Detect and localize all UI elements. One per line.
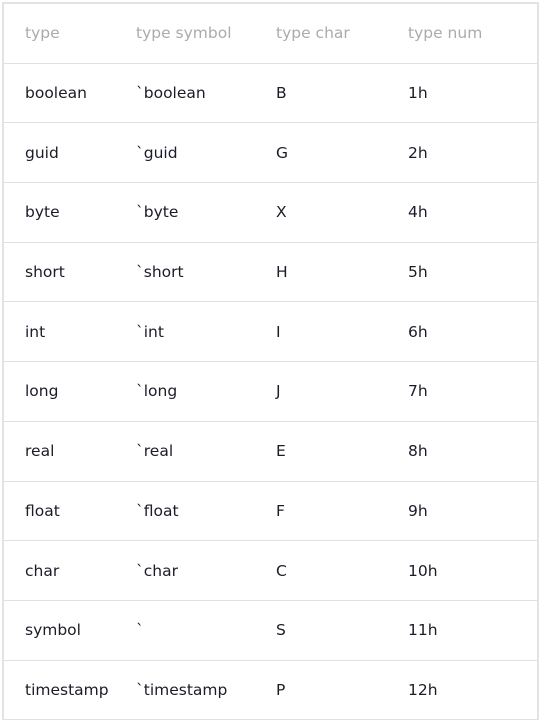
cell-type-num: 4h: [408, 182, 538, 243]
table-row: real `real E 8h: [3, 421, 538, 482]
cell-type: byte: [3, 182, 136, 243]
cell-type-char: C: [276, 540, 408, 601]
cell-type-symbol: `long: [136, 361, 276, 422]
cell-type-num: 8h: [408, 421, 538, 482]
cell-type-symbol: `byte: [136, 182, 276, 243]
cell-type-char: B: [276, 63, 408, 124]
cell-type-num: 11h: [408, 600, 538, 661]
cell-type-symbol: `: [136, 600, 276, 661]
cell-type-char: P: [276, 660, 408, 721]
cell-type-char: J: [276, 361, 408, 422]
table-row: guid `guid G 2h: [3, 122, 538, 184]
cell-type-num: 7h: [408, 361, 538, 422]
cell-type-symbol: `int: [136, 301, 276, 363]
cell-type-symbol: `short: [136, 242, 276, 303]
cell-type-num: 6h: [408, 301, 538, 363]
cell-type-symbol: `float: [136, 481, 276, 542]
cell-type: char: [3, 540, 136, 601]
header-type-char: type char: [276, 3, 408, 64]
table-header-row: type type symbol type char type num: [3, 3, 538, 64]
cell-type-num: 12h: [408, 660, 538, 721]
cell-type-num: 1h: [408, 63, 538, 124]
cell-type: timestamp: [3, 660, 136, 721]
table-row: byte `byte X 4h: [3, 182, 538, 243]
table-row: boolean `boolean B 1h: [3, 63, 538, 124]
header-type: type: [3, 3, 136, 64]
cell-type-symbol: `boolean: [136, 63, 276, 124]
table-row: symbol ` S 11h: [3, 600, 538, 661]
cell-type-num: 10h: [408, 540, 538, 601]
cell-type-char: E: [276, 421, 408, 482]
cell-type-num: 9h: [408, 481, 538, 542]
table-row: short `short H 5h: [3, 242, 538, 303]
cell-type: int: [3, 301, 136, 363]
cell-type-char: F: [276, 481, 408, 542]
cell-type: short: [3, 242, 136, 303]
table-row: int `int I 6h: [3, 301, 538, 363]
header-type-symbol: type symbol: [136, 3, 276, 64]
cell-type-symbol: `timestamp: [136, 660, 276, 721]
cell-type: symbol: [3, 600, 136, 661]
table-row: char `char C 10h: [3, 540, 538, 601]
table-row: long `long J 7h: [3, 361, 538, 422]
cell-type: float: [3, 481, 136, 542]
types-table: type type symbol type char type num bool…: [2, 2, 539, 721]
cell-type-char: G: [276, 122, 408, 184]
cell-type-symbol: `char: [136, 540, 276, 601]
cell-type-char: X: [276, 182, 408, 243]
cell-type-char: S: [276, 600, 408, 661]
cell-type-char: I: [276, 301, 408, 363]
cell-type-num: 2h: [408, 122, 538, 184]
table-row: float `float F 9h: [3, 481, 538, 542]
cell-type: boolean: [3, 63, 136, 124]
cell-type-symbol: `guid: [136, 122, 276, 184]
cell-type-symbol: `real: [136, 421, 276, 482]
cell-type: real: [3, 421, 136, 482]
cell-type-num: 5h: [408, 242, 538, 303]
cell-type: long: [3, 361, 136, 422]
table-row: timestamp `timestamp P 12h: [3, 660, 538, 721]
cell-type-char: H: [276, 242, 408, 303]
cell-type: guid: [3, 122, 136, 184]
header-type-num: type num: [408, 3, 538, 64]
